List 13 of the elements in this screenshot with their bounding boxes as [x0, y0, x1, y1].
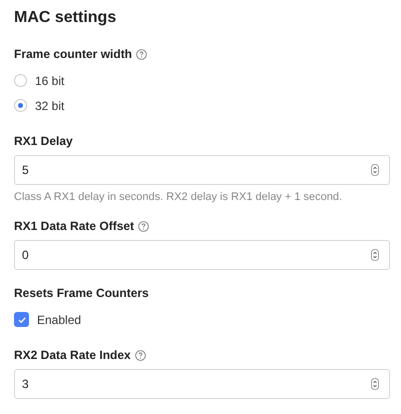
number-input[interactable]: 5 — [14, 155, 390, 185]
radio-label[interactable]: 32 bit — [35, 98, 64, 112]
number-input[interactable]: 3 — [14, 369, 390, 399]
field-label: Frame counter width — [14, 47, 132, 61]
number-input[interactable]: 0 — [14, 240, 390, 270]
field-label: RX1 Delay — [14, 134, 73, 148]
field-label: RX1 Data Rate Offset — [14, 219, 134, 233]
field-label: Resets Frame Counters — [14, 286, 149, 300]
field-label: RX2 Data Rate Index — [14, 348, 131, 362]
section-title: MAC settings — [14, 8, 118, 28]
field-hint: Class A RX1 delay in seconds. RX2 delay is RX1 delay + 1 second. — [14, 191, 344, 203]
radio-label[interactable]: 16 bit — [35, 74, 64, 88]
checkbox-label[interactable]: Enabled — [37, 312, 82, 326]
